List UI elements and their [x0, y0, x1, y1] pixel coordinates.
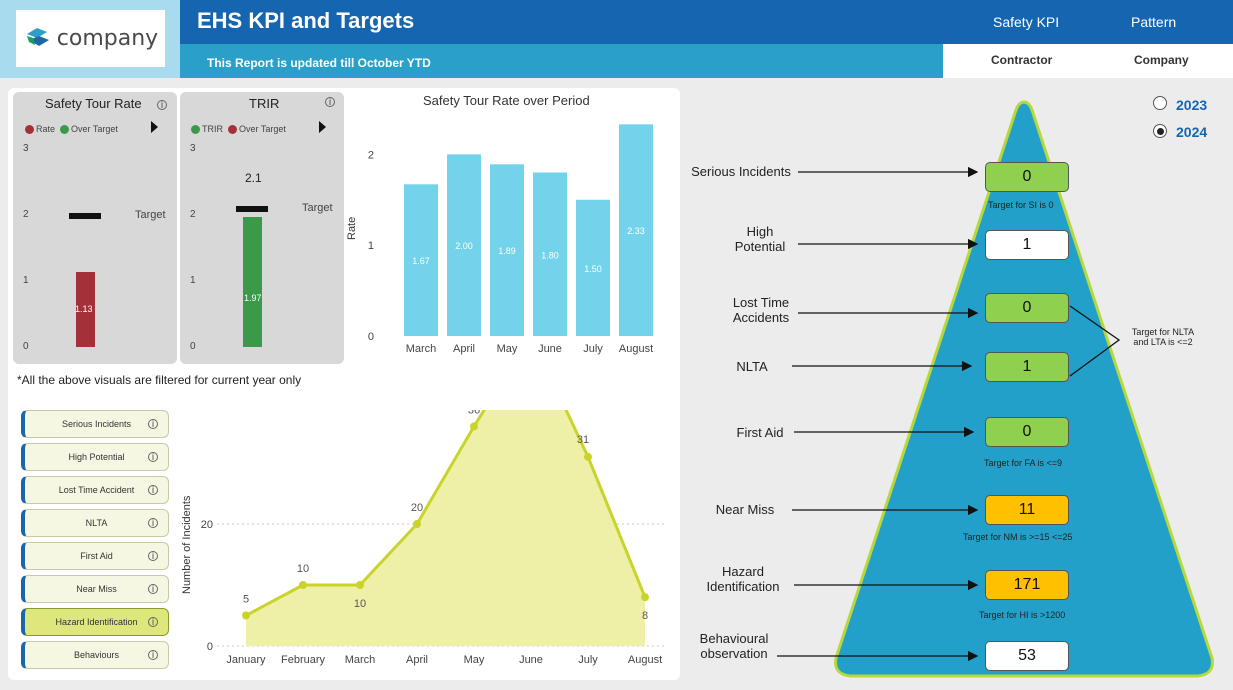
target-note-nlta: Target for NLTA and LTA is <=2: [1131, 327, 1195, 347]
level-box-nlta[interactable]: 1: [985, 352, 1069, 382]
target-note-nm: Target for NM is >=15 <=25: [963, 532, 1073, 542]
target-note-hi: Target for HI is >1200: [979, 610, 1066, 620]
level-box-behavioural[interactable]: 53: [985, 641, 1069, 671]
level-box-first-aid[interactable]: 0: [985, 417, 1069, 447]
level-box-high-potential[interactable]: 1: [985, 230, 1069, 260]
level-box-hazard[interactable]: 171: [985, 570, 1069, 600]
level-box-near-miss[interactable]: 11: [985, 495, 1069, 525]
target-note-fa: Target for FA is <=9: [984, 458, 1063, 468]
level-box-lost-time[interactable]: 0: [985, 293, 1069, 323]
nlta-bracket: [1069, 305, 1121, 377]
level-box-serious-incidents[interactable]: 0: [985, 162, 1069, 192]
target-note-si: Target for SI is 0: [988, 200, 1054, 210]
